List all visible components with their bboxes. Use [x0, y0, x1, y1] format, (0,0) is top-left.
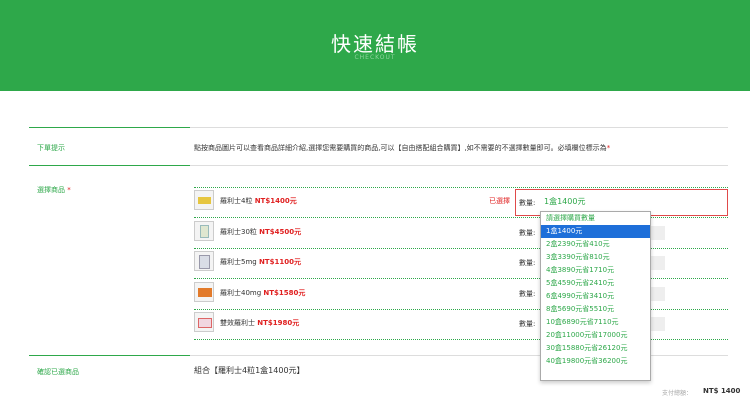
- quantity-select[interactable]: [651, 226, 665, 240]
- product-image[interactable]: [194, 282, 214, 302]
- quantity-label: 數量:: [519, 199, 536, 207]
- product-price: NT$1980元: [257, 319, 300, 327]
- divider: [29, 127, 190, 128]
- dropdown-option[interactable]: 4盒3890元省1710元: [541, 264, 650, 277]
- selected-combo: 組合【羅利士4粒1盒1400元】: [194, 366, 305, 375]
- page-subtitle: CHECKOUT: [354, 54, 396, 61]
- dropdown-option[interactable]: 2盒2390元省410元: [541, 238, 650, 251]
- divider: [194, 187, 728, 188]
- product-image[interactable]: [194, 190, 214, 210]
- total-label: 支付總額：: [662, 390, 693, 397]
- dropdown-option[interactable]: 6盒4990元省3410元: [541, 290, 650, 303]
- confirm-selected-label: 確認已選商品: [37, 368, 79, 376]
- total-amount: NT$ 1400: [703, 387, 741, 395]
- product-name: 羅利士5mg: [220, 258, 257, 266]
- quantity-select[interactable]: 1盒1400元: [544, 196, 585, 207]
- product-image[interactable]: [194, 221, 214, 241]
- divider: [29, 165, 190, 166]
- divider: [190, 127, 728, 128]
- quantity-select[interactable]: [651, 287, 665, 301]
- dropdown-option[interactable]: 20盒11000元省17000元: [541, 329, 650, 342]
- product-price: NT$4500元: [259, 228, 302, 236]
- divider: [190, 165, 728, 166]
- dropdown-option[interactable]: 40盒19800元省36200元: [541, 355, 650, 368]
- dropdown-option[interactable]: 8盒5690元省5510元: [541, 303, 650, 316]
- product-price: NT$1400元: [254, 197, 297, 205]
- product-name: 羅利士40mg: [220, 289, 262, 297]
- product-image[interactable]: [194, 312, 214, 332]
- dropdown-option[interactable]: 3盒3390元省810元: [541, 251, 650, 264]
- product-name: 雙效羅利士: [220, 319, 255, 327]
- order-hint-text: 點按商品圖片可以查看商品詳細介紹,選擇您需要購買的商品,可以【自由搭配組合購買】…: [194, 144, 611, 152]
- product-name: 羅利士4粒: [220, 197, 253, 205]
- select-products-label: 選擇商品 *: [37, 186, 71, 194]
- quantity-dropdown[interactable]: 請選擇購買數量 1盒1400元 2盒2390元省410元 3盒3390元省810元 4盒…: [540, 211, 651, 381]
- page-title: 快速結帳: [331, 32, 419, 56]
- dropdown-option[interactable]: 10盒6890元省7110元: [541, 316, 650, 329]
- product-name: 羅利士30粒: [220, 228, 257, 236]
- dropdown-option[interactable]: 5盒4590元省2410元: [541, 277, 650, 290]
- selected-tag: 已選擇: [489, 197, 510, 205]
- dropdown-option[interactable]: 請選擇購買數量: [541, 212, 650, 225]
- divider: [29, 355, 190, 356]
- product-image[interactable]: [194, 251, 214, 271]
- dropdown-option[interactable]: 1盒1400元: [541, 225, 650, 238]
- header-banner: 快速結帳 CHECKOUT: [0, 0, 750, 91]
- quantity-select[interactable]: [651, 256, 665, 270]
- product-price: NT$1100元: [258, 258, 301, 266]
- quantity-select[interactable]: [651, 317, 665, 331]
- dropdown-option[interactable]: 30盒15880元省26120元: [541, 342, 650, 355]
- order-hint-label: 下單提示: [37, 144, 65, 152]
- quantity-label: 數量:: [519, 320, 536, 328]
- quantity-label: 數量:: [519, 259, 536, 267]
- quantity-label: 數量:: [519, 290, 536, 298]
- quantity-label: 數量:: [519, 229, 536, 237]
- product-price: NT$1580元: [263, 289, 306, 297]
